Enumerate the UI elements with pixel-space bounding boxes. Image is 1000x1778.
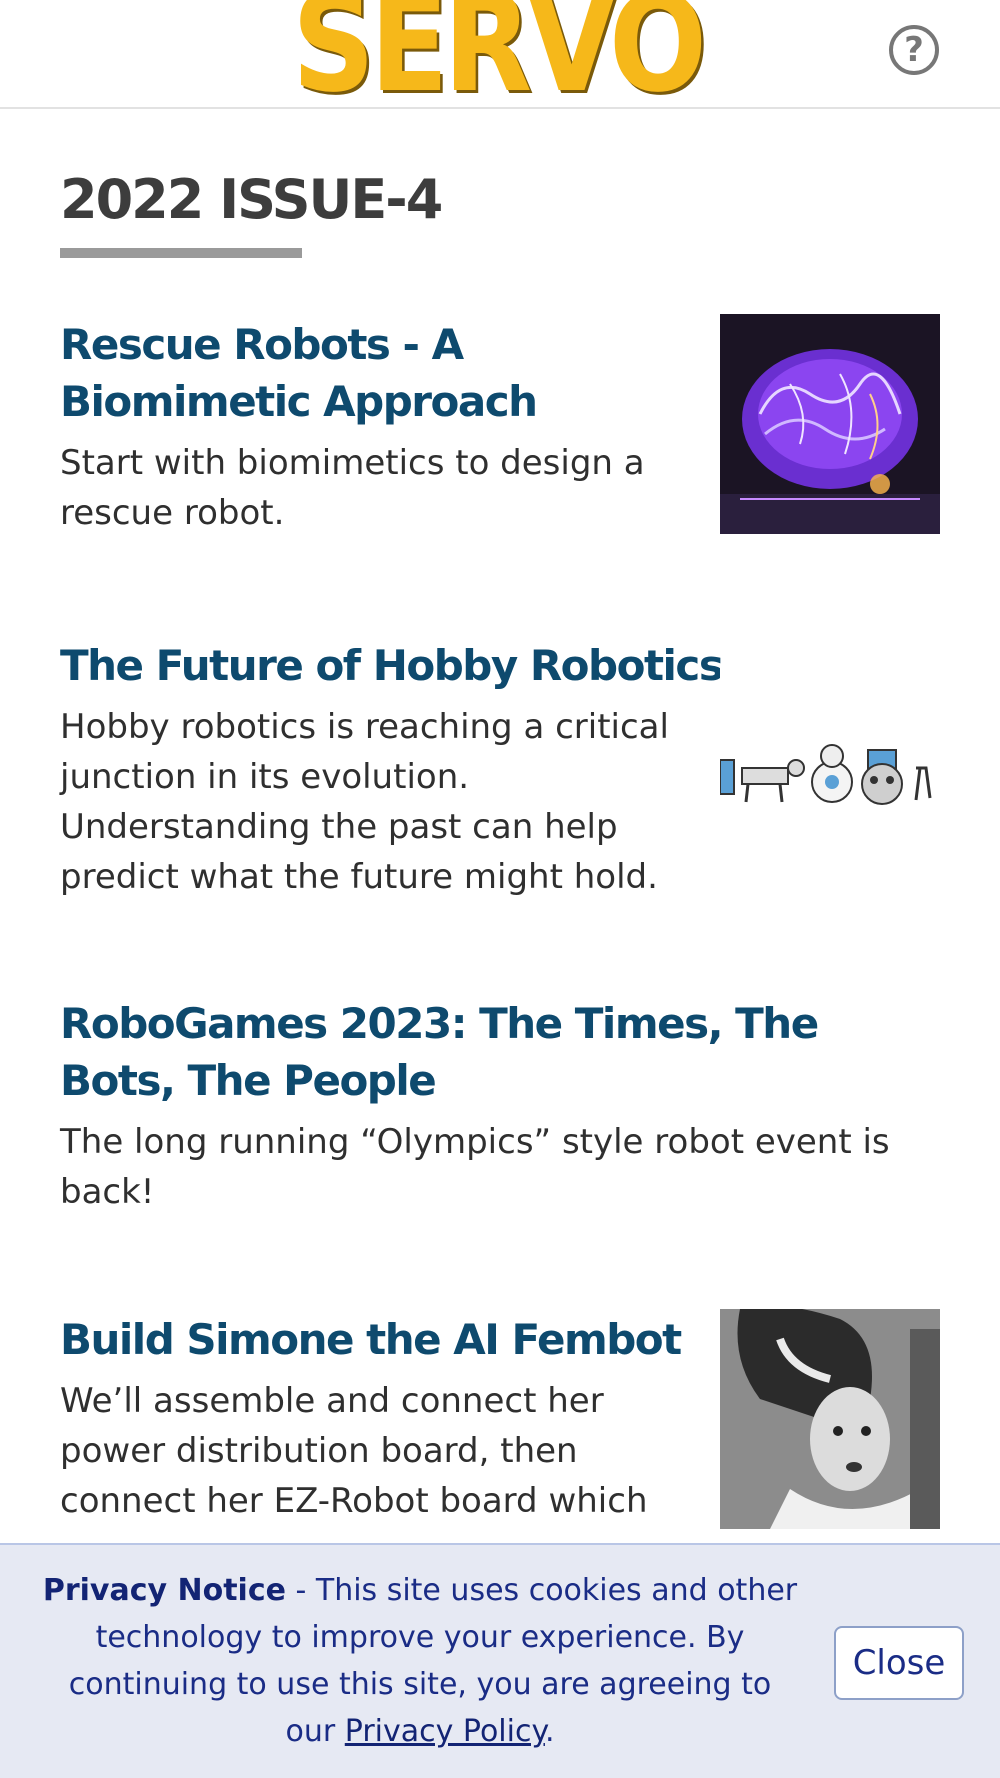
article-description: The long running “Olympics” style robot … (60, 1122, 890, 1212)
title-underline (60, 248, 302, 258)
article-title[interactable]: Rescue Robots - A Biomimetic Approach (60, 316, 700, 430)
bride-of-frankenstein-image[interactable] (720, 1305, 940, 1529)
bride-portrait-illustration (720, 1305, 940, 1529)
robot-evolution-illustration (719, 744, 932, 805)
help-icon[interactable]: ? (889, 25, 939, 75)
privacy-notice-heading: Privacy Notice (42, 1573, 286, 1608)
article-description: We’ll assemble and connect her power dis… (60, 1381, 648, 1521)
servo-logo[interactable]: SERVO (292, 0, 707, 111)
brain-illustration (720, 314, 940, 534)
close-button[interactable]: Close (834, 1626, 964, 1700)
article-description: Hobby robotics is reaching a critical ju… (60, 707, 669, 897)
article-title[interactable]: RoboGames 2023: The Times, The Bots, The… (60, 995, 940, 1109)
article-description: Start with biomimetics to design a rescu… (60, 443, 645, 533)
article-title[interactable]: The Future of Hobby Robotics (60, 637, 740, 694)
article-title[interactable]: Build Simone the AI Fembot (60, 1311, 700, 1368)
robot-evolution-image[interactable] (719, 668, 940, 888)
glowing-brain-image[interactable] (720, 314, 940, 534)
privacy-notice-text: Privacy Notice - This site uses cookies … (40, 1567, 800, 1755)
issue-title: 2022 ISSUE-4 (60, 168, 443, 231)
site-header: SERVO ? (0, 0, 1000, 111)
privacy-notice-period: . (544, 1714, 555, 1749)
privacy-policy-link[interactable]: Privacy Policy (345, 1714, 545, 1749)
privacy-notice-banner: Privacy Notice - This site uses cookies … (0, 1543, 1000, 1778)
article-robogames-2023[interactable]: RoboGames 2023: The Times, The Bots, The… (60, 995, 940, 1217)
